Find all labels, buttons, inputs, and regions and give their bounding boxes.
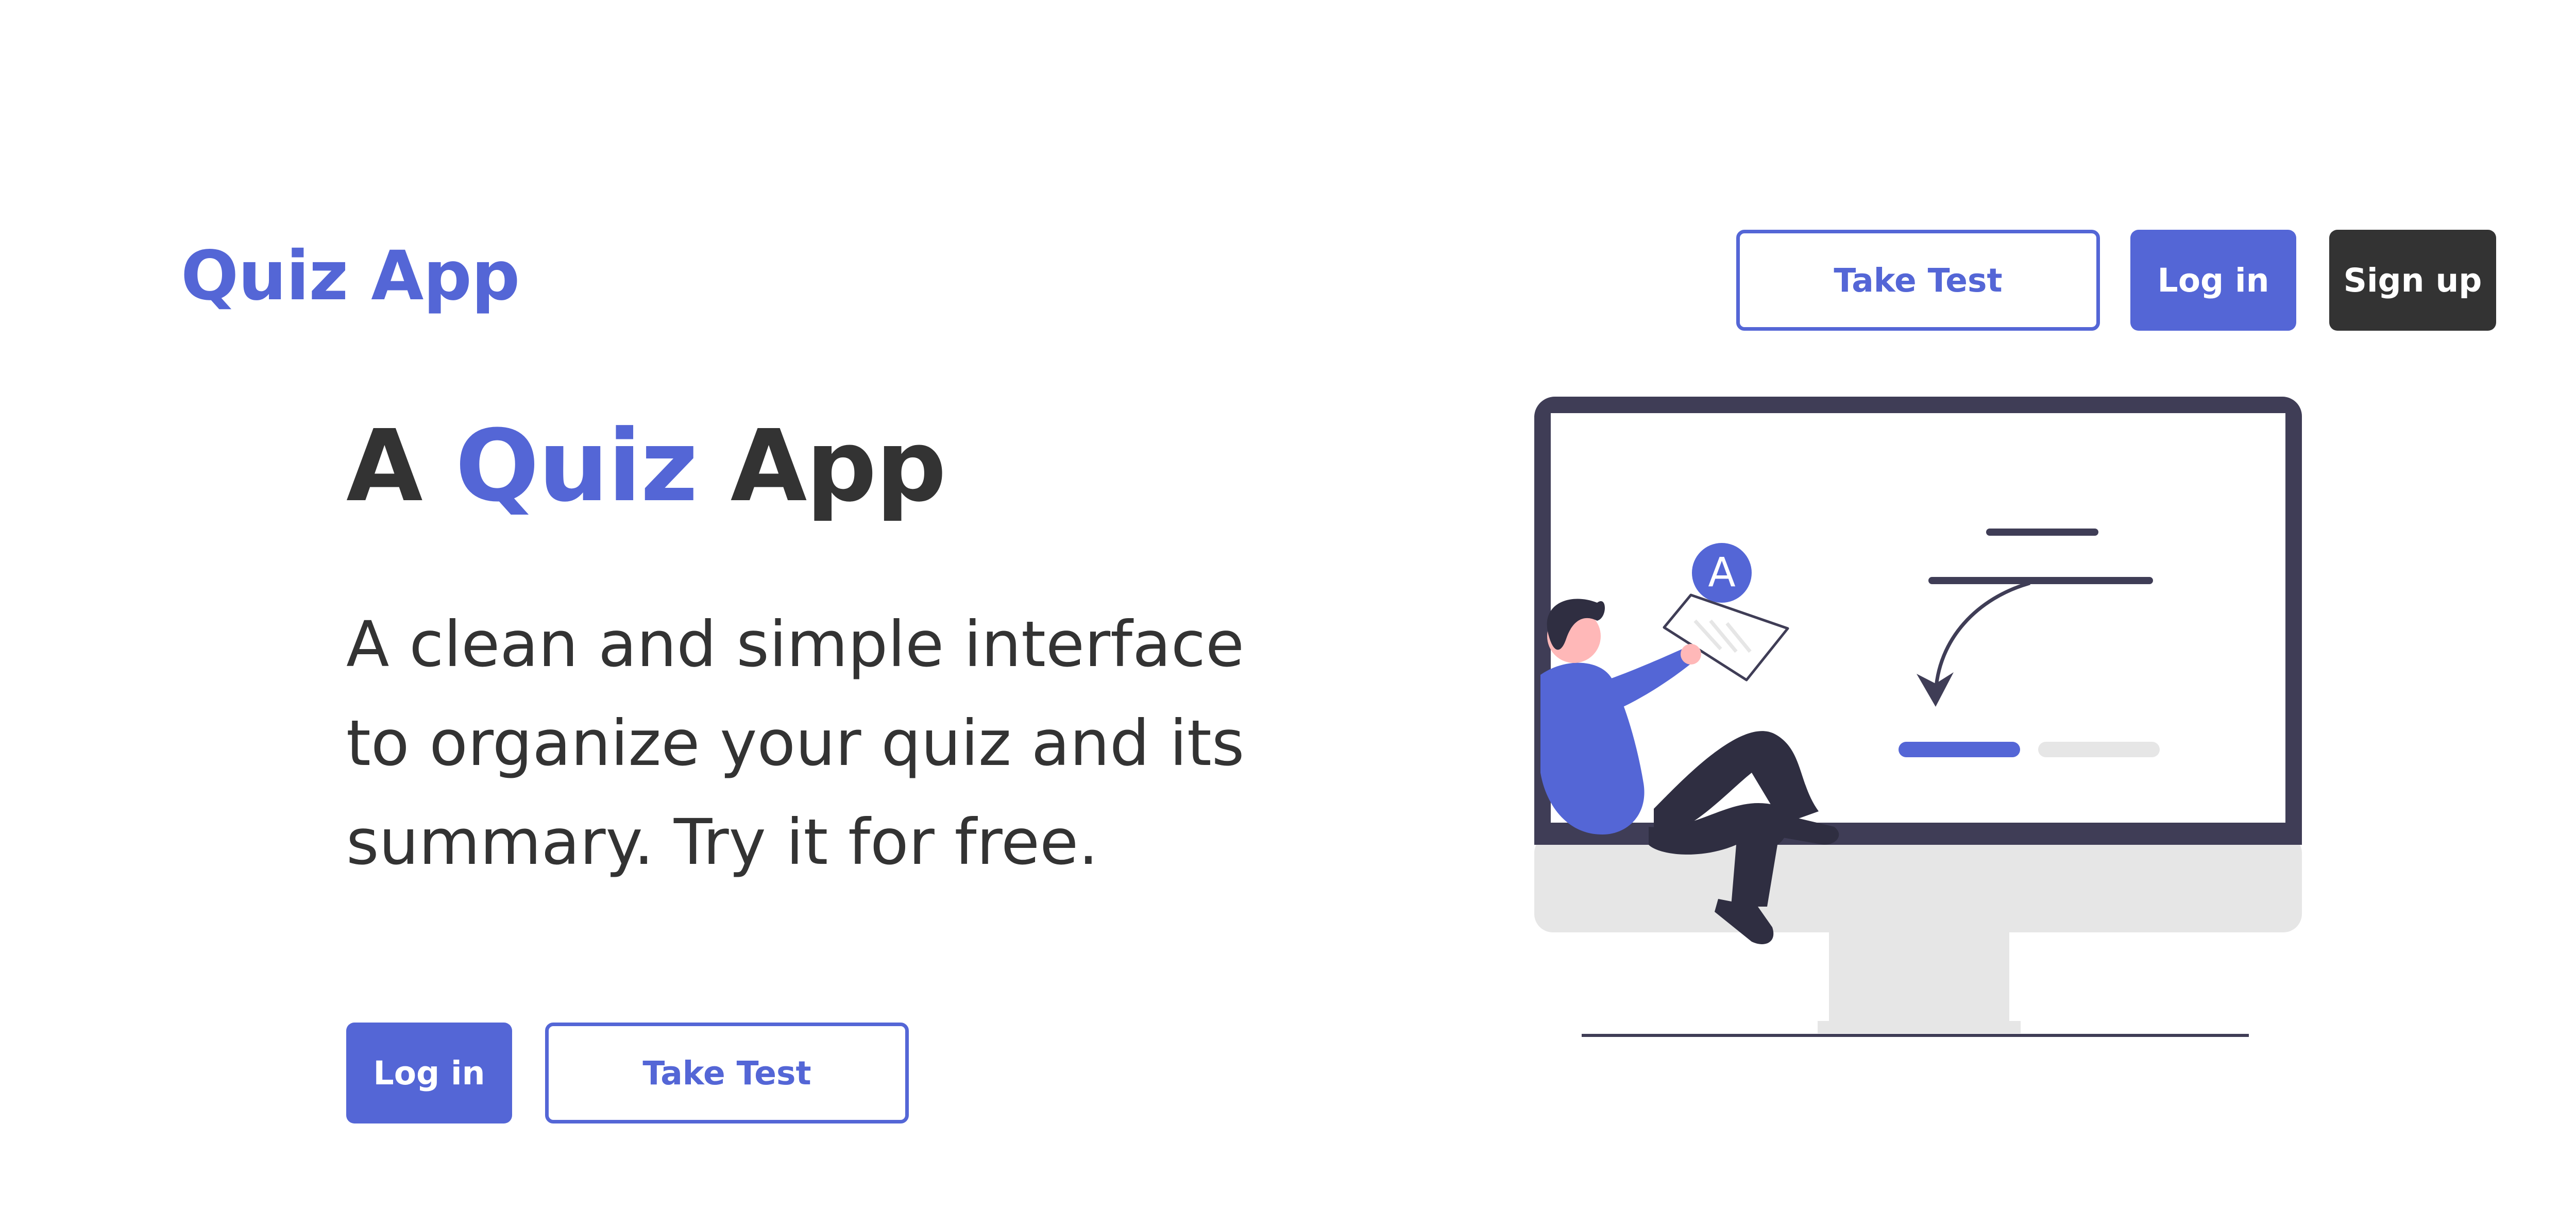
hero-title-prefix: A (346, 409, 455, 524)
hero-take-test-button[interactable]: Take Test (545, 1023, 909, 1123)
screen-line-short (1986, 529, 2098, 536)
nav-login-button[interactable]: Log in (2130, 230, 2296, 331)
monitor-stand (1829, 922, 2009, 1030)
monitor-screen (1551, 413, 2285, 823)
top-nav: Take Test Log in Sign up (1736, 230, 2496, 331)
answer-badge-letter: A (1708, 550, 1735, 596)
brand-logo[interactable]: Quiz App (181, 242, 520, 310)
nav-signup-button[interactable]: Sign up (2329, 230, 2496, 331)
screen-line-long (1928, 577, 2153, 584)
quiz-illustration: A (1525, 391, 2308, 1051)
nav-take-test-button[interactable]: Take Test (1736, 230, 2100, 331)
hero-title: A Quiz App (346, 415, 946, 519)
monitor-chin (1534, 835, 2302, 932)
hero-title-suffix: App (697, 409, 946, 524)
hero-description: A clean and simple interface to organize… (346, 608, 1245, 879)
hero-login-button[interactable]: Log in (346, 1023, 512, 1123)
monitor-stand-base (1818, 1021, 2021, 1033)
hero-title-accent: Quiz (455, 409, 698, 524)
progress-bar-empty (2038, 742, 2160, 757)
progress-bar-filled (1899, 742, 2020, 757)
person-hand (1681, 644, 1701, 665)
